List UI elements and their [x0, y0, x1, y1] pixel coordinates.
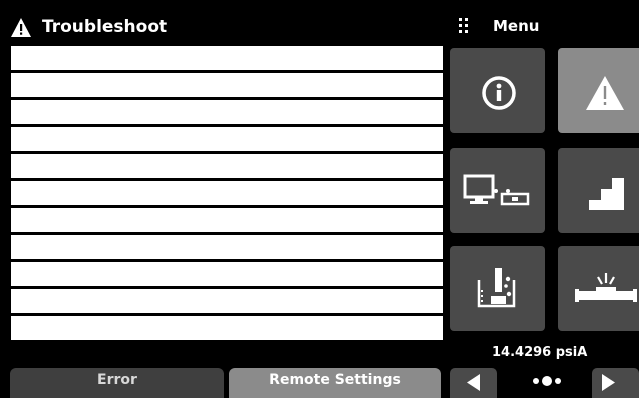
info-tile[interactable] [450, 48, 545, 133]
prev-page-button[interactable] [450, 368, 497, 398]
list-row[interactable] [11, 262, 443, 286]
burst-pipe-icon [575, 273, 637, 302]
info-circle-icon [482, 76, 516, 110]
list-row[interactable] [11, 73, 443, 97]
page-title: Troubleshoot [42, 17, 168, 37]
program-tile[interactable] [558, 148, 639, 233]
list-row[interactable] [11, 235, 443, 259]
list-row[interactable] [11, 208, 443, 232]
list-row[interactable] [11, 100, 443, 124]
warning-icon [11, 18, 31, 37]
beaker-level-icon [477, 268, 516, 308]
tab-error[interactable]: Error [10, 368, 224, 398]
list-row[interactable] [11, 154, 443, 178]
warning-triangle-icon [586, 76, 624, 110]
pressure-readout: 14.4296 psiA [492, 345, 588, 360]
leak-test-tile[interactable] [450, 246, 545, 331]
tab-remote-settings[interactable]: Remote Settings [229, 368, 441, 398]
triangle-right-icon [602, 374, 615, 391]
triangle-left-icon [467, 374, 480, 391]
list-row[interactable] [11, 127, 443, 151]
troubleshoot-tile[interactable] [558, 48, 639, 133]
list-row[interactable] [11, 181, 443, 205]
remote-tile[interactable] [450, 148, 545, 233]
page-dots-icon [533, 376, 561, 386]
next-page-button[interactable] [592, 368, 639, 398]
menu-label[interactable]: Menu [493, 16, 539, 36]
list-row[interactable] [11, 289, 443, 313]
staircase-icon [589, 178, 624, 210]
list-row[interactable] [11, 46, 443, 70]
list-row[interactable] [11, 316, 443, 340]
troubleshoot-list [10, 45, 444, 341]
grip-dots-icon[interactable] [459, 18, 469, 34]
burst-tile[interactable] [558, 246, 639, 331]
computer-remote-icon [463, 174, 530, 206]
troubleshoot-screen: Troubleshoot Menu 14.4296 psiA Error Rem… [0, 0, 639, 398]
